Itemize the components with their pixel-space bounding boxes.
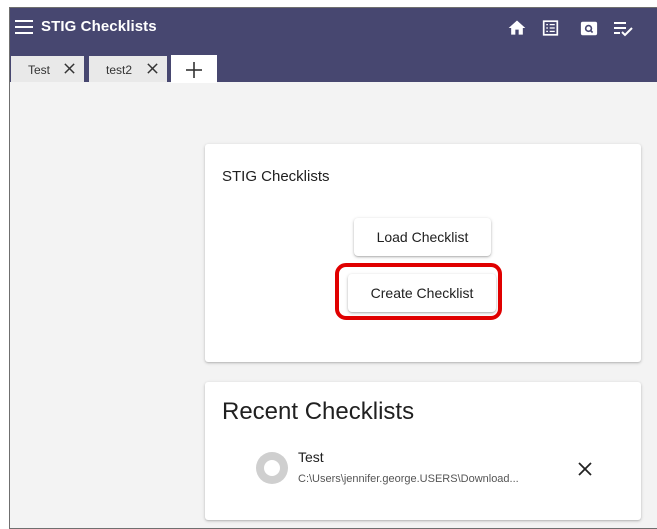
recent-item-path: C:\Users\jennifer.george.USERS\Download.… — [298, 473, 519, 485]
list-item[interactable]: Test C:\Users\jennifer.george.USERS\Down… — [205, 444, 641, 494]
load-checklist-button[interactable]: Load Checklist — [354, 218, 491, 256]
list-icon[interactable] — [542, 18, 559, 38]
app-header: STIG Checklists — [10, 8, 657, 48]
tab-test2[interactable]: test2 — [89, 56, 167, 82]
tab-test[interactable]: Test — [11, 56, 84, 82]
recent-checklists-title: Recent Checklists — [222, 398, 415, 425]
close-icon[interactable] — [63, 62, 76, 75]
recent-checklists-card: Recent Checklists Test C:\Users\jennifer… — [205, 382, 641, 520]
menu-icon[interactable] — [15, 20, 33, 34]
app-title: STIG Checklists — [41, 18, 157, 35]
add-tab-button[interactable] — [171, 55, 217, 83]
home-icon[interactable] — [507, 18, 527, 38]
stig-checklists-card: STIG Checklists Load Checklist Create Ch… — [205, 144, 641, 362]
create-checklist-button[interactable]: Create Checklist — [348, 274, 496, 312]
plus-icon — [186, 62, 202, 78]
app-window: STIG Checklists Test test2 STIG Checklis… — [9, 7, 657, 529]
search-icon[interactable] — [580, 18, 598, 38]
tab-bar: Test test2 — [10, 48, 657, 83]
close-icon[interactable] — [578, 462, 592, 476]
close-icon[interactable] — [146, 62, 159, 75]
checklist-icon[interactable] — [613, 18, 633, 38]
recent-item-name: Test — [298, 449, 324, 465]
tab-label: Test — [28, 63, 51, 77]
tab-label: test2 — [106, 63, 133, 77]
circle-avatar-icon — [256, 452, 288, 484]
card-title: STIG Checklists — [222, 168, 330, 185]
